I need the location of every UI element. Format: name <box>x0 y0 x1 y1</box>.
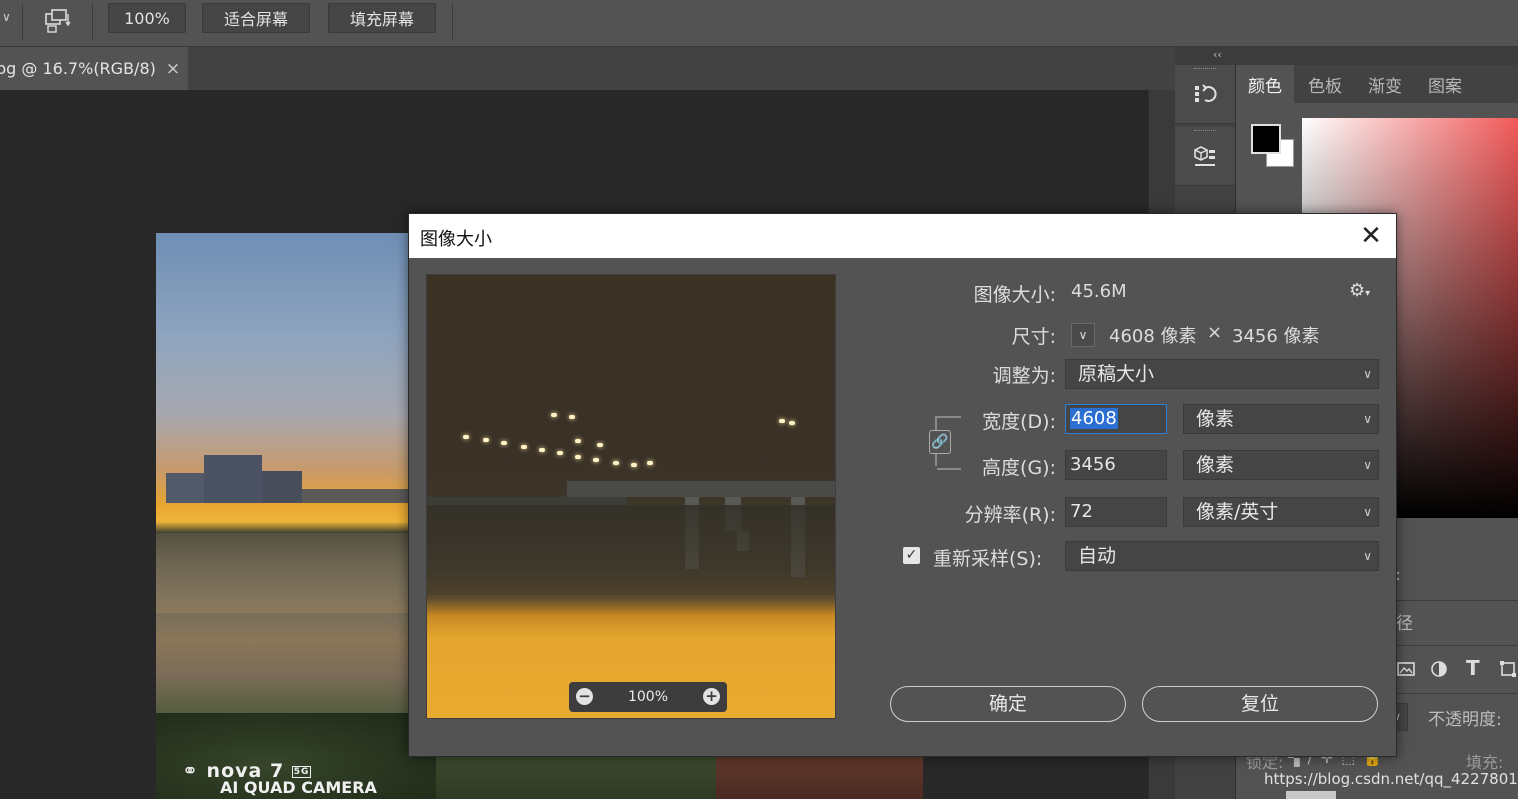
resolution-unit-select[interactable]: 像素/英寸 ∨ <box>1183 497 1379 527</box>
resample-value: 自动 <box>1078 545 1117 567</box>
fit-to-value: 原稿大小 <box>1078 363 1155 385</box>
tab-swatches[interactable]: 色板 <box>1296 65 1354 103</box>
arrange-windows-icon[interactable] <box>42 6 72 36</box>
watermark-5g-badge: 5G <box>291 765 312 778</box>
opacity-label: 不透明度: <box>1428 710 1502 730</box>
resolution-unit-value: 像素/英寸 <box>1196 501 1279 523</box>
resample-checkbox[interactable]: ✓ <box>903 547 920 564</box>
history-icon <box>1195 84 1217 102</box>
cube-icon <box>1194 146 1215 166</box>
fit-to-select[interactable]: 原稿大小 ∨ <box>1065 359 1379 389</box>
dimensions-label: 尺寸: <box>1011 326 1056 348</box>
panel-tabs: 颜色 色板 渐变 图案 <box>1236 65 1518 103</box>
dimensions-times: × <box>1207 322 1223 343</box>
watermark-camera: AI QUAD CAMERA <box>220 778 377 797</box>
width-unit-select[interactable]: 像素 ∨ <box>1183 404 1379 434</box>
dimensions-height: 3456 像素 <box>1232 326 1320 347</box>
width-value: 4608 <box>1070 408 1118 429</box>
resample-label: 重新采样(S): <box>933 548 1043 570</box>
zoom-in-icon[interactable]: + <box>703 688 720 705</box>
panel-tab-partial[interactable]: 径 <box>1396 609 1413 634</box>
resample-select[interactable]: 自动 ∨ <box>1065 541 1379 571</box>
fill-screen-button[interactable]: 填充屏幕 <box>328 3 436 33</box>
tab-patterns[interactable]: 图案 <box>1416 65 1474 103</box>
chevron-down-icon: ∨ <box>1363 549 1372 563</box>
foreground-color-swatch[interactable] <box>1251 124 1281 154</box>
document-tab-title: pg @ 16.7%(RGB/8) <box>0 59 156 78</box>
history-panel-button[interactable] <box>1175 65 1235 124</box>
image-size-label: 图像大小: <box>973 284 1056 306</box>
url-watermark: https://blog.csdn.net/qq_42278015 <box>1264 770 1518 788</box>
3d-panel-button[interactable] <box>1175 127 1235 186</box>
chevron-down-icon: ∨ <box>1363 367 1372 381</box>
image-size-value: 45.6M <box>1071 281 1127 302</box>
width-input[interactable]: 4608 <box>1065 404 1167 434</box>
shape-layer-filter-icon[interactable] <box>1498 659 1518 679</box>
chevron-down-icon[interactable]: ∨ <box>2 10 11 24</box>
width-label: 宽度(D): <box>982 411 1056 433</box>
resolution-value: 72 <box>1070 501 1093 522</box>
image-preview[interactable]: − 100% + <box>426 274 836 719</box>
dialog-titlebar[interactable]: 图像大小 ✕ <box>409 214 1396 258</box>
width-unit-value: 像素 <box>1196 408 1235 430</box>
fit-to-label: 调整为: <box>992 365 1056 387</box>
dimensions-width: 4608 像素 <box>1109 326 1197 347</box>
document-tab-close-icon[interactable]: × <box>166 59 180 79</box>
chevron-down-icon: ∨ <box>1363 412 1372 426</box>
dialog-title: 图像大小 <box>420 229 492 250</box>
layer-thumbnail[interactable] <box>1286 791 1336 799</box>
type-layer-filter-icon[interactable]: T <box>1466 656 1480 680</box>
camera-logo-icon: ⚭ <box>182 760 199 782</box>
height-value: 3456 <box>1070 454 1116 475</box>
options-bar: ∨ 100% 适合屏幕 填充屏幕 <box>0 0 1518 47</box>
ok-button[interactable]: 确定 <box>890 686 1126 722</box>
reset-button[interactable]: 复位 <box>1142 686 1378 722</box>
height-label: 高度(G): <box>982 457 1056 479</box>
height-input[interactable]: 3456 <box>1065 450 1167 480</box>
dimensions-unit-dropdown[interactable]: ∨ <box>1071 323 1095 347</box>
panel-collapse-bar[interactable]: ‹‹ <box>1175 47 1518 65</box>
document-tab[interactable]: pg @ 16.7%(RGB/8) × <box>0 47 188 90</box>
adjustment-layer-filter-icon[interactable] <box>1429 659 1449 679</box>
gear-icon[interactable]: ⚙▾ <box>1349 280 1370 301</box>
tab-gradients[interactable]: 渐变 <box>1356 65 1414 103</box>
resolution-label: 分辨率(R): <box>964 504 1056 526</box>
tab-color[interactable]: 颜色 <box>1236 65 1294 103</box>
height-unit-value: 像素 <box>1196 454 1235 476</box>
preview-zoom-control: − 100% + <box>569 682 727 712</box>
chevron-down-icon: ∨ <box>1363 505 1372 519</box>
height-unit-select[interactable]: 像素 ∨ <box>1183 450 1379 480</box>
chevron-down-icon: ∨ <box>1363 458 1372 472</box>
image-size-dialog: 图像大小 ✕ − 100% + 图像大小: 45.6M ⚙▾ 尺寸: ∨ 460… <box>408 213 1397 757</box>
constrain-proportions-link-icon[interactable]: 🔗 <box>929 430 951 454</box>
dialog-close-icon[interactable]: ✕ <box>1356 221 1386 251</box>
fit-screen-button[interactable]: 适合屏幕 <box>202 3 310 33</box>
collapse-panels-icon[interactable]: ‹‹ <box>1213 48 1222 61</box>
zoom-100-button[interactable]: 100% <box>108 3 186 33</box>
resolution-input[interactable]: 72 <box>1065 497 1167 527</box>
image-layer-filter-icon[interactable] <box>1396 659 1416 679</box>
